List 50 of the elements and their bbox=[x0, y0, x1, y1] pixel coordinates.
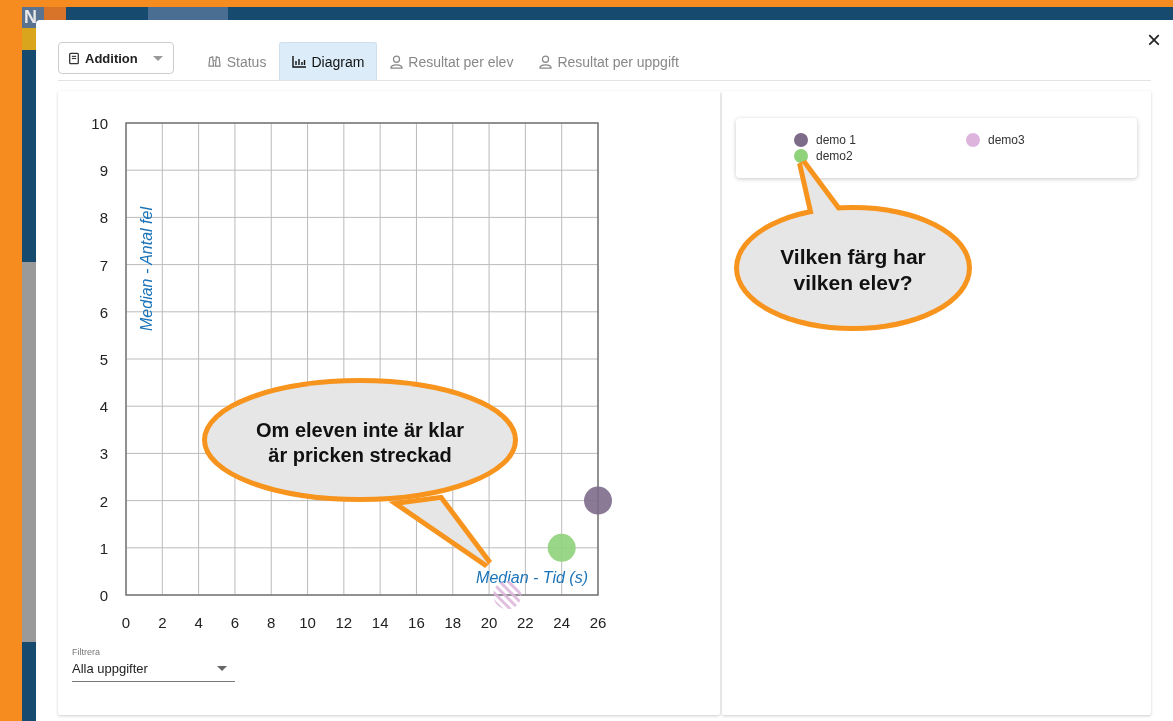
binoculars-icon bbox=[206, 55, 222, 68]
y-tick-label: 1 bbox=[99, 539, 108, 557]
y-tick-label: 9 bbox=[99, 162, 108, 180]
callout-text: Vilken färg har vilken elev? bbox=[779, 244, 927, 297]
person-icon bbox=[539, 54, 553, 69]
y-tick-label: 0 bbox=[99, 587, 108, 604]
y-tick-label: 8 bbox=[99, 209, 108, 227]
y-tick-label: 5 bbox=[99, 351, 108, 368]
tab[interactable]: Resultat per uppgift bbox=[526, 42, 692, 80]
x-tick-label: 26 bbox=[589, 614, 607, 631]
y-axis-title: Median - Antal fel bbox=[138, 207, 155, 331]
y-tick-label: 6 bbox=[99, 303, 108, 321]
x-tick-label: 24 bbox=[553, 614, 571, 631]
x-tick-label: 16 bbox=[408, 614, 425, 631]
tab[interactable]: Status bbox=[193, 42, 280, 80]
app-tile bbox=[44, 7, 66, 20]
filter-label: Filtrera bbox=[72, 647, 101, 657]
caret-icon bbox=[217, 666, 227, 671]
book-icon bbox=[68, 51, 80, 65]
y-tick-label: 7 bbox=[99, 256, 108, 274]
x-axis-title: Median - Tid (s) bbox=[476, 569, 588, 586]
bar-chart-icon bbox=[292, 55, 307, 68]
tab[interactable]: Resultat per elev bbox=[377, 42, 527, 80]
x-tick-label: 6 bbox=[230, 614, 240, 631]
legend-label: demo2 bbox=[816, 149, 853, 163]
y-tick-label: 10 bbox=[91, 115, 108, 132]
callout-text: Om eleven inte är klar är pricken streckad bbox=[255, 418, 465, 468]
filter-select[interactable]: Filtrera Alla uppgifter bbox=[72, 647, 235, 682]
caret-icon bbox=[152, 55, 163, 61]
x-tick-label: 12 bbox=[335, 614, 353, 631]
y-tick-label: 2 bbox=[99, 492, 108, 510]
legend-label: demo3 bbox=[988, 133, 1025, 147]
person-icon bbox=[390, 54, 404, 69]
close-button[interactable]: × bbox=[1143, 26, 1165, 54]
x-tick-label: 18 bbox=[444, 614, 462, 631]
task-dropdown[interactable]: Addition bbox=[58, 42, 174, 74]
tab[interactable]: Diagram bbox=[279, 42, 378, 80]
x-tick-label: 14 bbox=[371, 614, 389, 631]
x-tick-label: 2 bbox=[158, 614, 167, 631]
filter-value: Alla uppgifter bbox=[72, 661, 148, 676]
x-tick-label: 20 bbox=[480, 614, 498, 631]
x-tick-label: 22 bbox=[517, 614, 534, 631]
legend-label: demo 1 bbox=[816, 133, 857, 147]
app-tile bbox=[22, 28, 36, 50]
y-tick-label: 3 bbox=[99, 445, 108, 463]
x-tick-label: 8 bbox=[267, 614, 276, 631]
x-tick-label: 0 bbox=[121, 614, 131, 631]
x-tick-label: 10 bbox=[299, 614, 316, 631]
x-tick-label: 4 bbox=[194, 614, 203, 631]
y-tick-label: 4 bbox=[99, 398, 108, 416]
